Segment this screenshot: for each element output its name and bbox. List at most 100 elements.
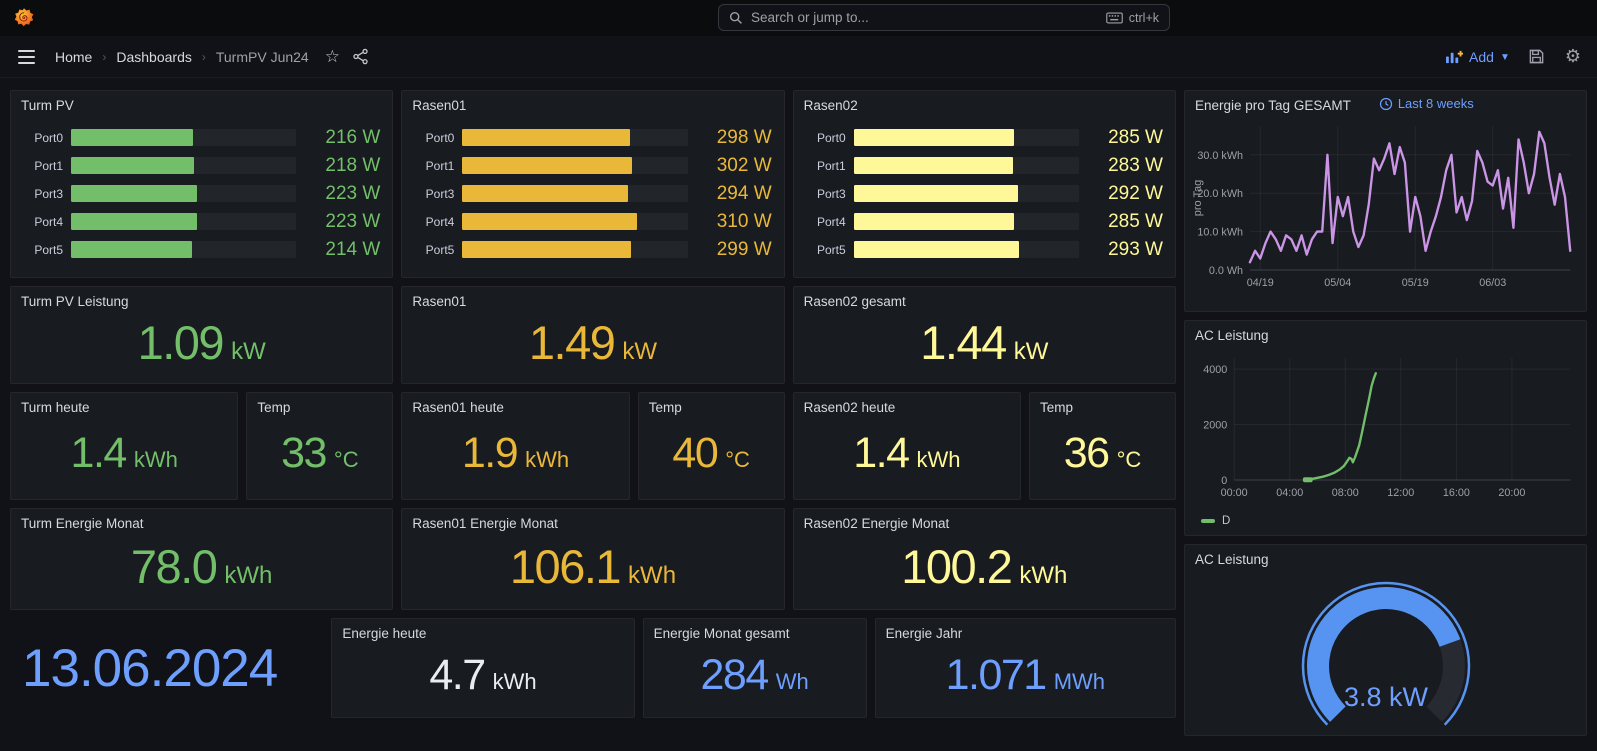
panel-title[interactable]: Rasen02 heute bbox=[794, 393, 1020, 418]
search-input[interactable]: Search or jump to... ctrl+k bbox=[718, 4, 1170, 31]
stat-value: 78.0 bbox=[130, 540, 218, 593]
add-panel-icon bbox=[1446, 50, 1464, 64]
stat-value: 1.49 bbox=[528, 316, 616, 369]
panel-title[interactable]: Rasen01 bbox=[402, 91, 783, 116]
bar-fill bbox=[71, 185, 197, 202]
panel-title[interactable]: Temp bbox=[247, 393, 392, 418]
panel-datum: 13.06.2024 bbox=[10, 618, 323, 718]
panel-turm-energie-monat: Turm Energie Monat 78.0 kWh bbox=[10, 508, 394, 610]
stat-unit: kWh bbox=[492, 669, 537, 694]
panel-title[interactable]: AC Leistung bbox=[1185, 321, 1586, 346]
bar-track bbox=[71, 213, 297, 230]
stat-value: 284 bbox=[700, 651, 770, 699]
bar-value: 298 W bbox=[716, 126, 772, 148]
panel-title[interactable]: Temp bbox=[1030, 393, 1175, 418]
panel-title[interactable]: Turm Energie Monat bbox=[11, 509, 392, 534]
bar-track bbox=[853, 185, 1079, 202]
grafana-logo-icon[interactable] bbox=[12, 6, 36, 30]
panel-title[interactable]: Rasen01 bbox=[402, 287, 783, 312]
bar-track bbox=[71, 157, 297, 174]
panel-temp-rasen02: Temp 36 °C bbox=[1029, 392, 1176, 500]
bar-value: 310 W bbox=[716, 210, 772, 232]
bar-fill bbox=[71, 129, 193, 146]
timeseries-plot[interactable]: 0.0 Wh 10.0 kWh 20.0 kWh 30.0 kWh 04/19 05/04… bbox=[1185, 116, 1586, 311]
panel-ac-leistung-gauge: AC Leistung 3.8 kW bbox=[1184, 544, 1587, 736]
bar-fill bbox=[462, 157, 633, 174]
dashboard-grid: Turm PV Port0 216 W Port1 218 W Port3 223 W Po… bbox=[0, 78, 1597, 751]
stat-value: 106.1 bbox=[509, 540, 622, 593]
chart-legend[interactable]: D bbox=[1185, 513, 1586, 535]
share-icon[interactable] bbox=[350, 46, 371, 67]
stat-value: 36 bbox=[1063, 429, 1110, 477]
breadcrumb-separator: › bbox=[102, 49, 107, 64]
gauge: 3.8 kW bbox=[1185, 570, 1586, 735]
bar-label: Port1 bbox=[816, 158, 846, 173]
panel-turm-heute: Turm heute 1.4 kWh bbox=[10, 392, 239, 500]
stat-value: 1.9 bbox=[461, 429, 519, 477]
bar-value: 302 W bbox=[716, 154, 772, 176]
panel-title[interactable]: Temp bbox=[639, 393, 784, 418]
stat-unit: kWh bbox=[1019, 562, 1068, 589]
panel-rasen02-ports: Rasen02 Port0 285 W Port1 283 W Port3 292 W Po… bbox=[792, 90, 1176, 278]
save-icon[interactable] bbox=[1526, 46, 1547, 67]
svg-text:2000: 2000 bbox=[1203, 419, 1227, 431]
breadcrumb-home[interactable]: Home bbox=[55, 49, 92, 65]
panel-temp-turm: Temp 33 °C bbox=[246, 392, 394, 500]
bar-gauge-row: Port4 310 W bbox=[410, 210, 772, 232]
panel-title[interactable]: Energie Jahr bbox=[876, 619, 1175, 644]
panel-title[interactable]: Rasen02 bbox=[794, 91, 1175, 116]
bar-gauge-rasen02: Port0 285 W Port1 283 W Port3 292 W Port4 285 W… bbox=[794, 116, 1175, 277]
stat-value: 1.09 bbox=[137, 316, 225, 369]
svg-text:0: 0 bbox=[1221, 475, 1227, 487]
bar-value: 293 W bbox=[1108, 238, 1163, 260]
panel-title[interactable]: Rasen02 gesamt bbox=[794, 287, 1175, 312]
panel-title[interactable]: Rasen01 Energie Monat bbox=[402, 509, 783, 534]
panel-rasen02-gesamt: Rasen02 gesamt 1.44 kW bbox=[792, 286, 1176, 384]
breadcrumb-dashboards[interactable]: Dashboards bbox=[116, 49, 192, 65]
stat-value: 1.44 bbox=[920, 316, 1007, 369]
bar-gauge-row: Port4 285 W bbox=[802, 211, 1163, 232]
bar-track bbox=[853, 157, 1079, 174]
bar-label: Port4 bbox=[816, 214, 846, 229]
svg-text:04:00: 04:00 bbox=[1276, 487, 1303, 499]
bar-gauge-row: Port0 298 W bbox=[410, 126, 772, 148]
panel-temp-rasen01: Temp 40 °C bbox=[637, 392, 785, 500]
favorite-star-icon[interactable]: ☆ bbox=[323, 45, 342, 69]
svg-text:05/04: 05/04 bbox=[1324, 277, 1351, 289]
panel-title[interactable]: Turm PV Leistung bbox=[11, 287, 392, 312]
bar-fill bbox=[71, 213, 197, 230]
panel-title[interactable]: AC Leistung bbox=[1185, 545, 1586, 570]
bar-value: 218 W bbox=[325, 154, 381, 176]
panel-title[interactable]: Rasen01 heute bbox=[402, 393, 628, 418]
panel-rasen02-energie-monat: Rasen02 Energie Monat 100.2 kWh bbox=[792, 508, 1176, 610]
bar-value: 285 W bbox=[1108, 126, 1163, 148]
settings-gear-icon[interactable]: ⚙ bbox=[1563, 44, 1583, 69]
stat-value: 33 bbox=[281, 429, 327, 477]
add-button[interactable]: Add ▼ bbox=[1445, 49, 1510, 65]
svg-text:0.0 Wh: 0.0 Wh bbox=[1209, 265, 1243, 277]
panel-title[interactable]: Turm PV bbox=[11, 91, 392, 116]
bar-fill bbox=[853, 129, 1015, 146]
bar-track bbox=[853, 241, 1079, 258]
menu-icon[interactable] bbox=[14, 46, 39, 68]
bar-track bbox=[462, 129, 688, 146]
panel-rasen01-energie-monat: Rasen01 Energie Monat 106.1 kWh bbox=[401, 508, 785, 610]
panel-title[interactable]: Energie Monat gesamt bbox=[644, 619, 866, 644]
panel-title[interactable]: Rasen02 Energie Monat bbox=[794, 509, 1175, 534]
breadcrumb-separator: › bbox=[201, 49, 206, 64]
svg-text:30.0 kWh: 30.0 kWh bbox=[1197, 150, 1243, 162]
stat-unit: MWh bbox=[1053, 669, 1106, 694]
stat-value: 1.071 bbox=[945, 651, 1048, 699]
bar-fill bbox=[853, 241, 1019, 258]
stat-value: 40 bbox=[672, 429, 718, 477]
bar-label: Port1 bbox=[425, 158, 455, 173]
bar-gauge-row: Port5 299 W bbox=[410, 239, 772, 260]
bar-label: Port0 bbox=[816, 130, 846, 145]
panel-title[interactable]: Energie pro Tag GESAMT bbox=[1185, 91, 1361, 116]
bar-value: 223 W bbox=[325, 182, 381, 204]
panel-title[interactable]: Energie heute bbox=[332, 619, 633, 644]
timeseries-plot[interactable]: 0 2000 4000 00:00 04:00 08:00 12:00 16:00 20:00 bbox=[1185, 346, 1586, 513]
gauge-value: 3.8 kW bbox=[1343, 682, 1428, 712]
panel-time-range[interactable]: Last 8 weeks bbox=[1379, 96, 1474, 111]
panel-title[interactable]: Turm heute bbox=[11, 393, 237, 418]
